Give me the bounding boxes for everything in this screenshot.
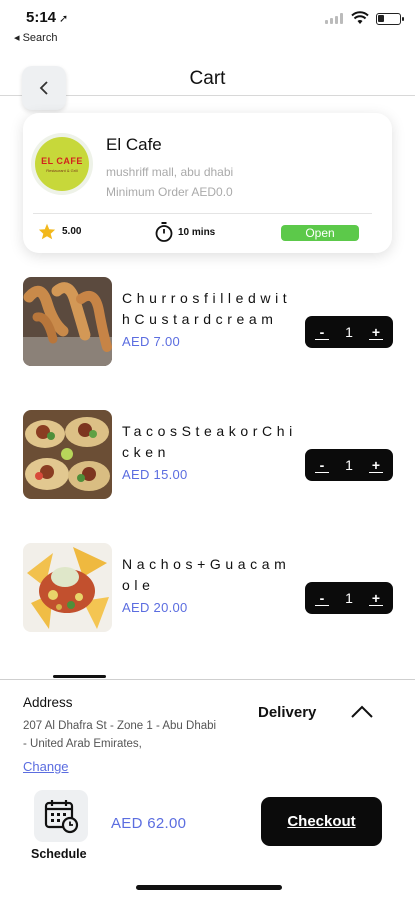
cellular-signal-icon (325, 13, 343, 24)
cart-item: TacosSteakorChicken AED 15.00 - 1 + (0, 410, 415, 502)
restaurant-rating: 5.00 (38, 223, 81, 240)
scroll-peek-bar (53, 675, 106, 678)
cart-item: ChurrosfilledwithCustardcream AED 7.00 -… (0, 277, 415, 369)
schedule-button[interactable] (34, 790, 88, 842)
decrease-quantity-button[interactable]: - (315, 458, 329, 473)
order-total: AED 62.00 (111, 815, 187, 832)
back-button[interactable] (22, 66, 66, 110)
change-address-link[interactable]: Change (23, 759, 69, 774)
minimum-order: Minimum Order AED0.0 (106, 185, 233, 199)
restaurant-name: El Cafe (106, 135, 162, 154)
schedule-label: Schedule (31, 847, 87, 861)
quantity-stepper: - 1 + (305, 582, 393, 614)
quantity-value: 1 (345, 324, 353, 340)
item-image-tacos (23, 410, 112, 499)
increase-quantity-button[interactable]: + (368, 458, 383, 473)
logo-subtext: Restaurant & Grill (46, 167, 78, 173)
calendar-clock-icon (44, 800, 79, 834)
stopwatch-icon (155, 222, 173, 242)
open-status-badge: Open (281, 225, 359, 241)
checkout-button[interactable]: Checkout (261, 797, 382, 846)
delivery-time-value: 10 mins (178, 226, 216, 238)
card-divider (33, 213, 372, 214)
home-indicator (136, 885, 282, 890)
quantity-value: 1 (345, 590, 353, 606)
quantity-stepper: - 1 + (305, 449, 393, 481)
item-image-nachos (23, 543, 112, 632)
delivery-time: 10 mins (155, 222, 215, 242)
status-bar: 5:14 ➚ ◂ Search (0, 0, 415, 46)
item-name: TacosSteakorChicken (122, 423, 297, 460)
back-to-app-link[interactable]: ◂ Search (14, 31, 57, 44)
chevron-up-icon[interactable] (350, 702, 374, 722)
quantity-stepper: - 1 + (305, 316, 393, 348)
decrease-quantity-button[interactable]: - (315, 591, 329, 606)
wifi-icon (351, 11, 369, 24)
restaurant-address: mushriff mall, abu dhabi (106, 165, 234, 179)
decrease-quantity-button[interactable]: - (315, 325, 329, 340)
increase-quantity-button[interactable]: + (368, 591, 383, 606)
logo-text: EL CAFE (41, 155, 83, 166)
cart-header: Cart (0, 52, 415, 110)
item-name: ChurrosfilledwithCustardcream (122, 290, 292, 327)
status-time: 5:14 ➚ (26, 9, 68, 26)
order-mode-label[interactable]: Delivery (258, 704, 316, 721)
checkout-panel: Address 207 Al Dhafra St - Zone 1 - Abu … (0, 679, 415, 900)
address-label: Address (23, 695, 73, 710)
item-name: Nachos+Guacamole (122, 556, 291, 593)
chevron-left-icon (39, 81, 48, 95)
increase-quantity-button[interactable]: + (368, 325, 383, 340)
rating-value: 5.00 (62, 226, 82, 237)
item-price: AED 15.00 (122, 467, 188, 482)
location-arrow-icon: ➚ (59, 13, 69, 25)
quantity-value: 1 (345, 457, 353, 473)
cart-item: Nachos+Guacamole AED 20.00 - 1 + (0, 543, 415, 635)
delivery-address: 207 Al Dhafra St - Zone 1 - Abu Dhabi - … (23, 720, 217, 750)
battery-icon (376, 13, 404, 25)
clock-text: 5:14 (26, 9, 57, 26)
item-image-churros (23, 277, 112, 366)
star-icon (38, 223, 56, 240)
restaurant-card[interactable]: EL CAFE Restaurant & Grill El Cafe mushr… (23, 113, 392, 253)
restaurant-logo: EL CAFE Restaurant & Grill (31, 133, 93, 195)
item-price: AED 20.00 (122, 600, 188, 615)
item-price: AED 7.00 (122, 334, 181, 349)
